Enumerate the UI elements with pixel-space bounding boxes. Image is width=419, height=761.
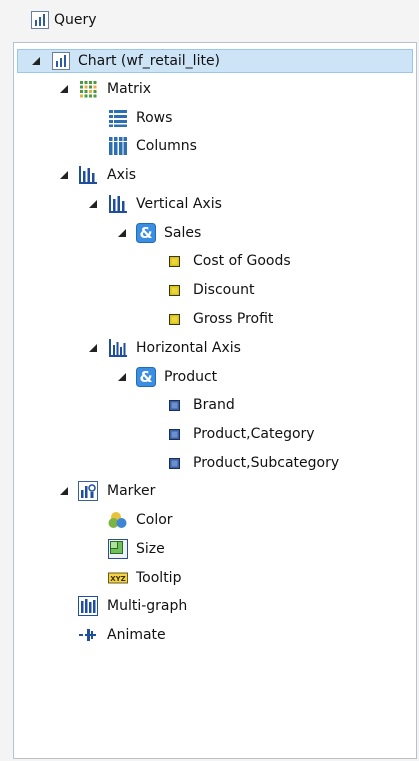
dimension-field-icon	[169, 458, 180, 469]
ampersand-group-icon: &	[136, 367, 156, 387]
measure-field-icon	[169, 285, 180, 296]
axis-icon	[79, 166, 97, 184]
measure-field-icon	[169, 314, 180, 325]
tree-node-vertical-axis[interactable]: Vertical Axis	[14, 192, 414, 216]
tree-label: Product,Category	[193, 426, 315, 442]
tree-node-gross-profit[interactable]: Gross Profit	[14, 307, 414, 331]
tree-label: Animate	[107, 627, 166, 643]
color-icon	[108, 512, 127, 528]
tree-node-rows[interactable]: Rows	[14, 106, 414, 130]
tree-label: Multi-graph	[107, 598, 188, 614]
svg-text:&: &	[139, 224, 152, 242]
matrix-icon	[80, 81, 97, 98]
tree-node-discount[interactable]: Discount	[14, 278, 414, 302]
expanded-triangle-icon[interactable]	[32, 57, 40, 65]
size-icon	[108, 539, 128, 559]
tree-node-color[interactable]: Color	[14, 508, 414, 532]
tree-label: Color	[136, 512, 173, 528]
tree-node-horizontal-axis[interactable]: Horizontal Axis	[14, 336, 414, 360]
query-title: Query	[54, 12, 97, 28]
ampersand-group-icon: &	[136, 223, 156, 243]
tree-node-product-category[interactable]: Product,Category	[14, 422, 414, 446]
vertical-axis-icon	[109, 195, 127, 213]
tree-label: Columns	[136, 138, 197, 154]
tree-node-size[interactable]: Size	[14, 537, 414, 561]
tree-node-product-subcategory[interactable]: Product,Subcategory	[14, 451, 414, 475]
tree-node-multigraph[interactable]: Multi-graph	[14, 594, 414, 618]
columns-icon	[109, 137, 127, 155]
tree-node-columns[interactable]: Columns	[14, 134, 414, 158]
tree-label: Horizontal Axis	[136, 340, 241, 356]
tree-node-chart[interactable]: Chart (wf_retail_lite)	[17, 49, 413, 73]
tree-node-marker[interactable]: Marker	[14, 479, 414, 503]
dimension-field-icon	[169, 429, 180, 440]
tree-label: Axis	[107, 167, 137, 183]
tree-label: Size	[136, 541, 165, 557]
tree-label: Brand	[193, 397, 235, 413]
tree-label: Cost of Goods	[193, 253, 291, 269]
tree-node-axis[interactable]: Axis	[14, 163, 414, 187]
multigraph-icon	[78, 596, 98, 616]
tree-node-tooltip[interactable]: XYZ Tooltip	[14, 566, 414, 590]
tooltip-icon: XYZ	[108, 572, 128, 584]
tree-node-animate[interactable]: Animate	[14, 623, 414, 647]
chart-icon	[52, 52, 70, 70]
expanded-triangle-icon[interactable]	[118, 373, 126, 381]
chart-icon	[31, 11, 49, 29]
expanded-triangle-icon[interactable]	[89, 200, 97, 208]
tooltip-icon-text: XYZ	[110, 575, 126, 583]
tree-label: Product,Subcategory	[193, 455, 340, 471]
animate-icon	[79, 629, 96, 641]
rows-icon	[109, 110, 127, 127]
svg-text:&: &	[139, 368, 152, 386]
tree-node-matrix[interactable]: Matrix	[14, 77, 414, 101]
tree-label: Rows	[136, 110, 173, 126]
tree-label: Matrix	[107, 81, 152, 97]
query-tree-panel: Chart (wf_retail_lite) Matrix Rows Colum…	[13, 42, 417, 759]
tree-node-brand[interactable]: Brand	[14, 393, 414, 417]
expanded-triangle-icon[interactable]	[60, 171, 68, 179]
expanded-triangle-icon[interactable]	[60, 85, 68, 93]
tree-label: Vertical Axis	[136, 196, 222, 212]
query-header: Query	[0, 0, 419, 40]
tree-label: Product	[164, 369, 218, 385]
tree-node-cost-of-goods[interactable]: Cost of Goods	[14, 249, 414, 273]
expanded-triangle-icon[interactable]	[118, 229, 126, 237]
tree-label: Marker	[107, 483, 156, 499]
marker-icon	[78, 481, 98, 501]
tree-node-product[interactable]: & Product	[14, 365, 414, 389]
tree-label: Discount	[193, 282, 255, 298]
measure-field-icon	[169, 256, 180, 267]
tree-label: Sales	[164, 225, 202, 241]
horizontal-axis-icon	[109, 339, 127, 357]
expanded-triangle-icon[interactable]	[89, 344, 97, 352]
tree-label: Gross Profit	[193, 311, 274, 327]
tree-label: Tooltip	[136, 570, 182, 586]
dimension-field-icon	[169, 400, 180, 411]
tree-label: Chart (wf_retail_lite)	[78, 53, 221, 69]
tree-node-sales[interactable]: & Sales	[14, 221, 414, 245]
expanded-triangle-icon[interactable]	[60, 487, 68, 495]
